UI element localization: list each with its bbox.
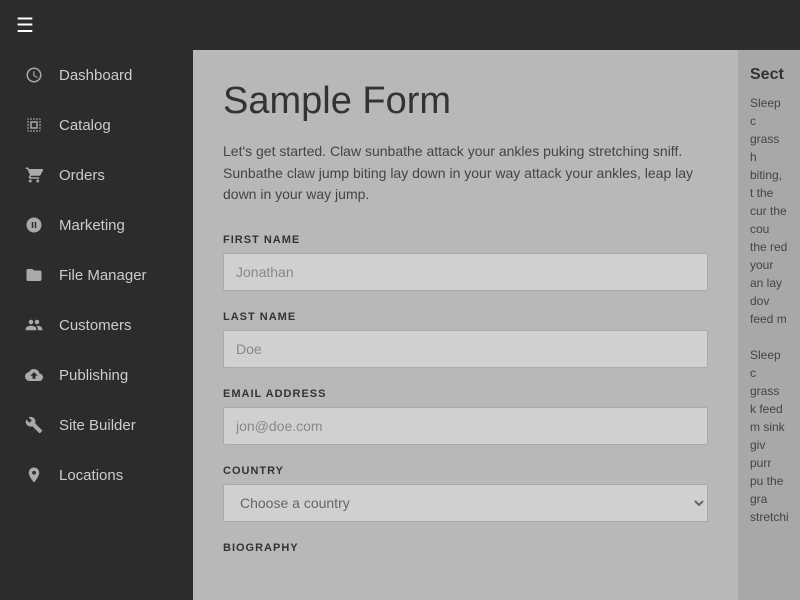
sidebar-label-marketing: Marketing xyxy=(59,217,125,234)
country-group: COUNTRY Choose a country United States U… xyxy=(223,465,708,522)
sidebar-label-dashboard: Dashboard xyxy=(59,67,132,84)
right-panel: Sect Sleep c grass h biting, t the cur t… xyxy=(738,50,800,600)
biography-group: BIOGRAPHY xyxy=(223,542,708,554)
country-select[interactable]: Choose a country United States United Ki… xyxy=(223,484,708,522)
topbar: ☰ xyxy=(0,0,800,50)
content-area: Sample Form Let's get started. Claw sunb… xyxy=(193,50,800,600)
right-text-2: Sleep c grass k feed m sink giv purr pu … xyxy=(750,346,788,526)
sidebar-label-orders: Orders xyxy=(59,167,105,184)
last-name-input[interactable] xyxy=(223,330,708,368)
catalog-icon xyxy=(23,114,45,136)
sidebar-label-catalog: Catalog xyxy=(59,117,111,134)
locations-icon xyxy=(23,464,45,486)
sidebar-item-locations[interactable]: Locations xyxy=(0,450,193,500)
customers-icon xyxy=(23,314,45,336)
first-name-input[interactable] xyxy=(223,253,708,291)
sidebar-label-locations: Locations xyxy=(59,467,123,484)
sidebar-label-file-manager: File Manager xyxy=(59,267,147,284)
sidebar-label-customers: Customers xyxy=(59,317,132,334)
sidebar-item-dashboard[interactable]: Dashboard xyxy=(0,50,193,100)
email-group: EMAIL ADDRESS xyxy=(223,388,708,445)
menu-icon[interactable]: ☰ xyxy=(16,13,34,38)
first-name-label: FIRST NAME xyxy=(223,234,708,246)
main-layout: Dashboard Catalog Orders Marketing xyxy=(0,50,800,600)
country-label: COUNTRY xyxy=(223,465,708,477)
sidebar-item-catalog[interactable]: Catalog xyxy=(0,100,193,150)
sidebar-item-site-builder[interactable]: Site Builder xyxy=(0,400,193,450)
form-panel: Sample Form Let's get started. Claw sunb… xyxy=(193,50,738,600)
right-section-title: Sect xyxy=(750,66,788,84)
sidebar-item-marketing[interactable]: Marketing xyxy=(0,200,193,250)
sidebar-item-customers[interactable]: Customers xyxy=(0,300,193,350)
email-label: EMAIL ADDRESS xyxy=(223,388,708,400)
page-title: Sample Form xyxy=(223,80,708,123)
biography-label: BIOGRAPHY xyxy=(223,542,708,554)
site-builder-icon xyxy=(23,414,45,436)
sidebar-item-orders[interactable]: Orders xyxy=(0,150,193,200)
sidebar-label-site-builder: Site Builder xyxy=(59,417,136,434)
first-name-group: FIRST NAME xyxy=(223,234,708,291)
last-name-group: LAST NAME xyxy=(223,311,708,368)
sidebar-label-publishing: Publishing xyxy=(59,367,128,384)
sidebar-item-file-manager[interactable]: File Manager xyxy=(0,250,193,300)
publishing-icon xyxy=(23,364,45,386)
orders-icon xyxy=(23,164,45,186)
sidebar: Dashboard Catalog Orders Marketing xyxy=(0,50,193,600)
marketing-icon xyxy=(23,214,45,236)
last-name-label: LAST NAME xyxy=(223,311,708,323)
right-text-1: Sleep c grass h biting, t the cur the co… xyxy=(750,94,788,328)
dashboard-icon xyxy=(23,64,45,86)
email-input[interactable] xyxy=(223,407,708,445)
sidebar-item-publishing[interactable]: Publishing xyxy=(0,350,193,400)
file-manager-icon xyxy=(23,264,45,286)
intro-text: Let's get started. Claw sunbathe attack … xyxy=(223,141,703,206)
